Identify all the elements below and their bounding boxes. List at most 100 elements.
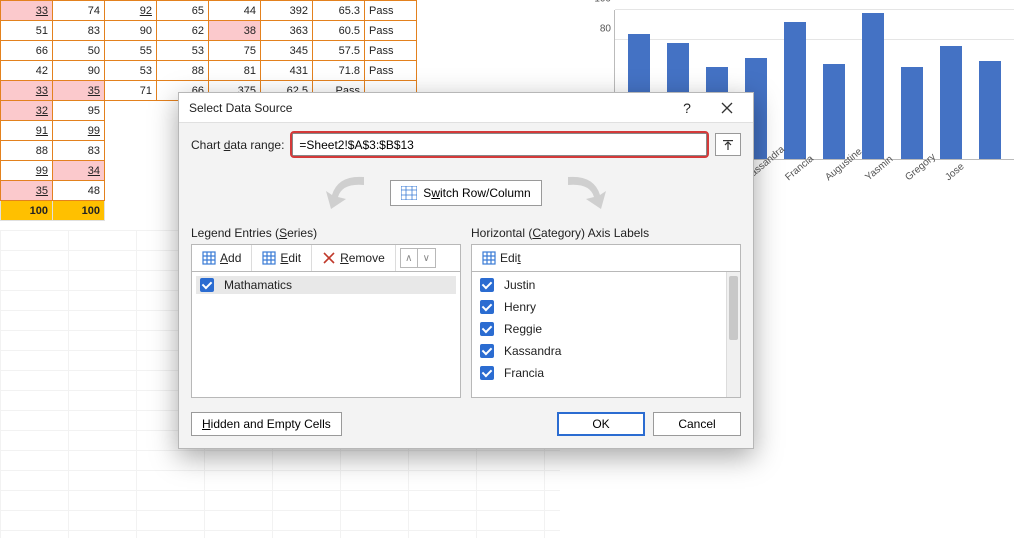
axis-labels-items: Justin Henry Reggie Kassandra Francia: [472, 272, 740, 386]
cell[interactable]: 65: [157, 1, 209, 21]
cell[interactable]: 392: [261, 1, 313, 21]
switch-row-column-button[interactable]: Switch Row/Column: [390, 180, 541, 206]
cell[interactable]: 51: [1, 21, 53, 41]
x-axis-label: Francia: [783, 161, 807, 184]
cell[interactable]: 74: [53, 1, 105, 21]
ok-button[interactable]: OK: [557, 412, 645, 436]
cell[interactable]: 83: [53, 21, 105, 41]
move-series-down-button[interactable]: ∨: [418, 248, 436, 268]
cell[interactable]: 88: [1, 141, 53, 161]
axis-labels-title: Horizontal (Category) Axis Labels: [471, 226, 741, 240]
cell[interactable]: 53: [105, 61, 157, 81]
list-item[interactable]: Reggie: [480, 322, 732, 336]
list-item[interactable]: Mathamatics: [196, 276, 456, 294]
cell[interactable]: Pass: [365, 61, 417, 81]
dialog-titlebar[interactable]: Select Data Source ?: [179, 93, 753, 123]
cell[interactable]: 55: [105, 41, 157, 61]
cell[interactable]: 35: [1, 181, 53, 201]
x-axis-label: Jose: [943, 161, 967, 184]
list-item[interactable]: Kassandra: [480, 344, 732, 358]
add-icon: [202, 251, 216, 265]
hidden-empty-cells-button[interactable]: Hidden and Empty Cells: [191, 412, 342, 436]
cell[interactable]: 35: [53, 81, 105, 101]
cell[interactable]: 88: [157, 61, 209, 81]
cell[interactable]: 32: [1, 101, 53, 121]
chart-data-range-label: Chart data range:: [191, 138, 284, 152]
cell[interactable]: 100: [53, 201, 105, 221]
ytick: 80: [585, 23, 611, 34]
cell[interactable]: 83: [53, 141, 105, 161]
cell[interactable]: 50: [53, 41, 105, 61]
cell[interactable]: 38: [209, 21, 261, 41]
cell[interactable]: 33: [1, 81, 53, 101]
cell[interactable]: 100: [1, 201, 53, 221]
cell[interactable]: 75: [209, 41, 261, 61]
chart-data-range-input[interactable]: [292, 133, 707, 156]
cell[interactable]: 99: [1, 161, 53, 181]
axis-list-scrollbar[interactable]: [726, 272, 740, 397]
cell[interactable]: Pass: [365, 41, 417, 61]
checkbox[interactable]: [480, 366, 494, 380]
dialog-title: Select Data Source: [189, 101, 667, 115]
checkbox[interactable]: [480, 300, 494, 314]
cell[interactable]: 53: [157, 41, 209, 61]
cell[interactable]: 62: [157, 21, 209, 41]
edit-icon: [482, 251, 496, 265]
cancel-button[interactable]: Cancel: [653, 412, 741, 436]
x-axis-label: Gregory: [903, 161, 927, 184]
legend-series-items: Mathamatics: [192, 272, 460, 298]
cell[interactable]: 363: [261, 21, 313, 41]
cell[interactable]: 92: [105, 1, 157, 21]
cell[interactable]: 345: [261, 41, 313, 61]
cell[interactable]: 71.8: [313, 61, 365, 81]
arrow-left-icon: [318, 171, 372, 215]
move-series-up-button[interactable]: ∧: [400, 248, 418, 268]
cell[interactable]: 57.5: [313, 41, 365, 61]
cell[interactable]: 99: [53, 121, 105, 141]
remove-icon: [322, 251, 336, 265]
cell[interactable]: 42: [1, 61, 53, 81]
checkbox[interactable]: [480, 322, 494, 336]
cell[interactable]: 431: [261, 61, 313, 81]
cell[interactable]: 34: [53, 161, 105, 181]
axis-labels-list[interactable]: Justin Henry Reggie Kassandra Francia: [471, 272, 741, 398]
select-data-source-dialog: Select Data Source ? Chart data range:: [178, 92, 754, 449]
cell[interactable]: 95: [53, 101, 105, 121]
cell[interactable]: 33: [1, 1, 53, 21]
cell[interactable]: 90: [53, 61, 105, 81]
range-select-icon: [722, 139, 734, 151]
close-icon: [721, 102, 733, 114]
list-item-label: Henry: [504, 300, 536, 314]
list-item-label: Francia: [504, 366, 544, 380]
list-item[interactable]: Francia: [480, 366, 732, 380]
close-button[interactable]: [707, 94, 747, 122]
chart-bar: [940, 46, 962, 159]
add-series-button[interactable]: Add: [192, 245, 252, 271]
collapse-range-button[interactable]: [715, 133, 741, 156]
cell[interactable]: 66: [1, 41, 53, 61]
cell[interactable]: 90: [105, 21, 157, 41]
cell[interactable]: 71: [105, 81, 157, 101]
checkbox[interactable]: [480, 278, 494, 292]
cell[interactable]: 44: [209, 1, 261, 21]
list-item[interactable]: Justin: [480, 278, 732, 292]
x-axis-label: Augustine: [823, 161, 847, 184]
help-button[interactable]: ?: [667, 94, 707, 122]
cell[interactable]: Pass: [365, 1, 417, 21]
cell[interactable]: Pass: [365, 21, 417, 41]
legend-series-list[interactable]: Mathamatics: [191, 272, 461, 398]
cell[interactable]: 91: [1, 121, 53, 141]
edit-axis-labels-button[interactable]: Edit: [472, 245, 531, 271]
checkbox[interactable]: [200, 278, 214, 292]
legend-toolbar: Add Edit Remove ∧ ∨: [191, 244, 461, 272]
axis-toolbar: Edit: [471, 244, 741, 272]
cell[interactable]: 81: [209, 61, 261, 81]
edit-series-button[interactable]: Edit: [252, 245, 312, 271]
list-item-label: Mathamatics: [224, 278, 292, 292]
remove-series-button[interactable]: Remove: [312, 245, 396, 271]
checkbox[interactable]: [480, 344, 494, 358]
list-item[interactable]: Henry: [480, 300, 732, 314]
cell[interactable]: 65.3: [313, 1, 365, 21]
cell[interactable]: 60.5: [313, 21, 365, 41]
cell[interactable]: 48: [53, 181, 105, 201]
